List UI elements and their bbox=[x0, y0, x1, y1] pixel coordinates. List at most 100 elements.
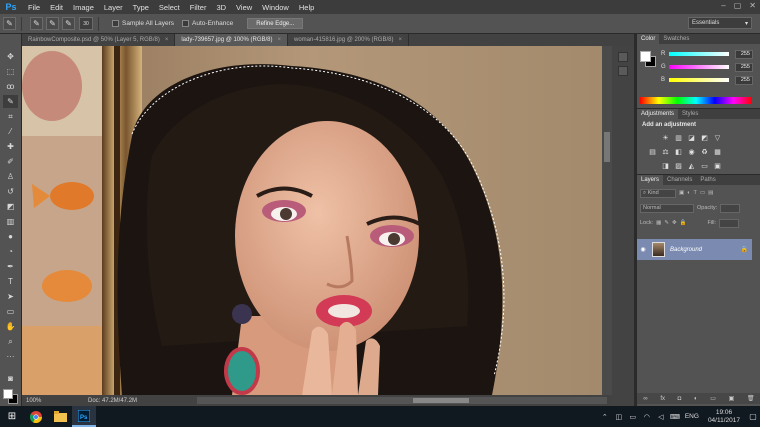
lock-all-icon[interactable]: 🔒 bbox=[680, 220, 687, 226]
rectangle-tool-icon[interactable]: ▭ bbox=[3, 305, 18, 318]
vertical-scrollbar[interactable] bbox=[602, 46, 612, 395]
eye-icon[interactable]: ◉ bbox=[637, 246, 649, 253]
pen-tool-icon[interactable]: ✒ bbox=[3, 260, 18, 273]
link-layers-icon[interactable]: ∞ bbox=[643, 396, 647, 402]
filter-shape-icon[interactable]: ▭ bbox=[700, 190, 705, 196]
quick-selection-tool-icon[interactable]: ✎ bbox=[3, 95, 18, 108]
gradient-map-icon[interactable]: ▭ bbox=[700, 162, 709, 170]
filter-pixel-icon[interactable]: ▣ bbox=[679, 190, 684, 196]
windows-start-icon[interactable]: ⊞ bbox=[0, 406, 24, 427]
tab-color[interactable]: Color bbox=[637, 34, 660, 44]
close-icon[interactable]: × bbox=[277, 37, 281, 43]
close-icon[interactable]: × bbox=[165, 37, 169, 43]
hue-saturation-icon[interactable]: ▤ bbox=[648, 148, 657, 156]
green-value-field[interactable]: 255 bbox=[735, 62, 753, 72]
red-value-field[interactable]: 255 bbox=[735, 49, 753, 59]
foreground-color-swatch[interactable] bbox=[3, 389, 13, 399]
foreground-color-swatch[interactable] bbox=[640, 51, 651, 62]
exposure-icon[interactable]: ◩ bbox=[700, 134, 709, 142]
close-icon[interactable]: × bbox=[398, 37, 402, 43]
zoom-tool-icon[interactable]: ⌕ bbox=[3, 335, 18, 348]
layer-mask-icon[interactable]: ◘ bbox=[678, 396, 682, 402]
brush-tool-icon[interactable]: ✐ bbox=[3, 155, 18, 168]
channel-mixer-icon[interactable]: ♻ bbox=[700, 148, 709, 156]
menu-view[interactable]: View bbox=[231, 3, 257, 12]
menu-filter[interactable]: Filter bbox=[185, 3, 212, 12]
history-brush-tool-icon[interactable]: ↺ bbox=[3, 185, 18, 198]
add-to-selection-icon[interactable]: ✎ bbox=[46, 17, 59, 30]
new-layer-icon[interactable]: ▣ bbox=[729, 395, 735, 402]
red-slider[interactable] bbox=[669, 52, 729, 56]
network-icon[interactable]: ◫ bbox=[614, 413, 624, 421]
horizontal-scroll-thumb[interactable] bbox=[413, 398, 469, 403]
subtract-from-selection-icon[interactable]: ✎ bbox=[62, 17, 75, 30]
workspace-select[interactable]: Essentials ▾ bbox=[688, 17, 752, 29]
volume-icon[interactable]: ◁ bbox=[656, 413, 666, 421]
document-canvas[interactable] bbox=[22, 46, 602, 395]
tab-styles[interactable]: Styles bbox=[678, 109, 702, 119]
delete-layer-icon[interactable]: 🗑 bbox=[747, 395, 755, 402]
menu-file[interactable]: File bbox=[23, 3, 45, 12]
battery-icon[interactable]: ▭ bbox=[628, 413, 638, 421]
menu-layer[interactable]: Layer bbox=[99, 3, 128, 12]
brush-size-picker[interactable]: 30 bbox=[79, 17, 93, 30]
blur-tool-icon[interactable]: ● bbox=[3, 230, 18, 243]
quick-selection-preset-icon[interactable]: ✎ bbox=[3, 17, 16, 30]
filter-type-icon[interactable]: T bbox=[694, 190, 697, 196]
layer-name[interactable]: Background bbox=[670, 247, 702, 253]
vibrance-icon[interactable]: ▽ bbox=[713, 134, 722, 142]
menu-help[interactable]: Help bbox=[294, 3, 319, 12]
brightness-contrast-icon[interactable]: ☀ bbox=[661, 134, 670, 142]
layer-style-icon[interactable]: fx bbox=[660, 396, 665, 402]
blend-mode-select[interactable]: Normal bbox=[640, 203, 694, 213]
tab-layers[interactable]: Layers bbox=[637, 175, 664, 185]
tab-lady[interactable]: lady-739657.jpg @ 100% (RGB/8) × bbox=[175, 34, 288, 46]
tab-paths[interactable]: Paths bbox=[696, 175, 719, 185]
marquee-tool-icon[interactable]: ⬚ bbox=[3, 65, 18, 78]
eraser-tool-icon[interactable]: ◩ bbox=[3, 200, 18, 213]
vertical-scroll-thumb[interactable] bbox=[604, 132, 610, 162]
move-tool-icon[interactable]: ✥ bbox=[3, 50, 18, 63]
green-slider[interactable] bbox=[669, 65, 729, 69]
chevron-up-icon[interactable]: ⌃ bbox=[600, 413, 610, 421]
photo-filter-icon[interactable]: ◉ bbox=[687, 148, 696, 156]
black-white-icon[interactable]: ◧ bbox=[674, 148, 683, 156]
tab-rainbow-composite[interactable]: RainbowComposite.psd @ 50% (Layer 5, RGB… bbox=[22, 34, 176, 46]
posterize-icon[interactable]: ▨ bbox=[674, 162, 683, 170]
filter-adjustment-icon[interactable]: ◐ bbox=[687, 190, 690, 196]
properties-panel-icon[interactable] bbox=[618, 66, 628, 76]
auto-enhance-checkbox[interactable] bbox=[182, 20, 190, 27]
filter-smart-object-icon[interactable]: ▤ bbox=[708, 190, 713, 196]
menu-select[interactable]: Select bbox=[154, 3, 185, 12]
notifications-icon[interactable]: ▢ bbox=[746, 412, 760, 421]
tab-swatches[interactable]: Swatches bbox=[659, 34, 693, 44]
selective-color-icon[interactable]: ▣ bbox=[713, 162, 722, 170]
dodge-tool-icon[interactable]: ◔ bbox=[3, 245, 18, 258]
new-group-icon[interactable]: ▭ bbox=[710, 395, 716, 402]
quick-mask-icon[interactable]: ◙ bbox=[3, 372, 18, 385]
color-lookup-icon[interactable]: ▦ bbox=[713, 148, 722, 156]
history-panel-icon[interactable] bbox=[618, 52, 628, 62]
sample-all-layers-checkbox[interactable] bbox=[112, 20, 119, 27]
levels-icon[interactable]: ▥ bbox=[674, 134, 683, 142]
refine-edge-button[interactable]: Refine Edge... bbox=[247, 18, 304, 29]
photoshop-taskbar-icon[interactable]: Ps bbox=[72, 406, 96, 427]
lock-transparent-icon[interactable]: ▦ bbox=[656, 220, 661, 226]
color-balance-icon[interactable]: ⚖ bbox=[661, 148, 670, 156]
tab-adjustments[interactable]: Adjustments bbox=[637, 109, 679, 119]
gradient-tool-icon[interactable]: ▥ bbox=[3, 215, 18, 228]
menu-3d[interactable]: 3D bbox=[211, 3, 231, 12]
adjustment-layer-icon[interactable]: ◐ bbox=[694, 396, 698, 402]
language-indicator[interactable]: ENG bbox=[685, 413, 699, 420]
lock-position-icon[interactable]: ✥ bbox=[672, 220, 677, 226]
tab-channels[interactable]: Channels bbox=[663, 175, 696, 185]
path-selection-tool-icon[interactable]: ➤ bbox=[3, 290, 18, 303]
eyedropper-tool-icon[interactable]: ⁄ bbox=[3, 125, 18, 138]
menu-image[interactable]: Image bbox=[68, 3, 99, 12]
more-tools-icon[interactable]: ··· bbox=[3, 350, 18, 363]
color-spectrum[interactable] bbox=[640, 97, 752, 104]
zoom-level[interactable]: 100% bbox=[22, 398, 48, 404]
blue-value-field[interactable]: 255 bbox=[735, 75, 753, 85]
crop-tool-icon[interactable]: ⌗ bbox=[3, 110, 18, 123]
menu-edit[interactable]: Edit bbox=[45, 3, 68, 12]
